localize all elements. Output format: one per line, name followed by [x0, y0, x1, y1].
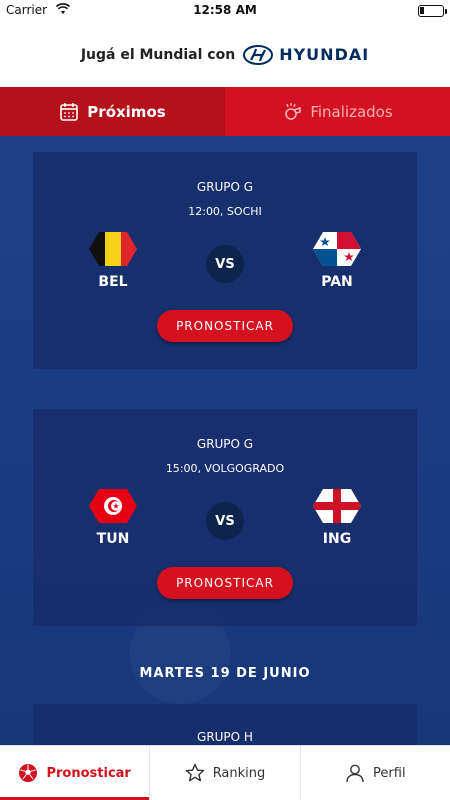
- sponsor-text: Jugá el Mundial con: [80, 46, 236, 63]
- soccer-ball-icon: [19, 764, 38, 782]
- match-tabs: Próximos Finalizados: [0, 87, 450, 136]
- clock: 12:58 AM: [193, 3, 257, 17]
- tab-label: Finalizados: [310, 102, 393, 121]
- tab-proximos[interactable]: Próximos: [0, 87, 225, 136]
- user-icon: [346, 764, 364, 783]
- match-time-venue: 15:00, VOLGOGRADO: [165, 462, 285, 475]
- match-group: GRUPO H: [197, 730, 253, 744]
- vs-badge: VS: [206, 245, 244, 283]
- match-card: GRUPO G 12:00, SOCHI BEL VS PAN PRONOSTI…: [33, 152, 417, 369]
- pronosticar-button[interactable]: PRONOSTICAR: [157, 310, 293, 342]
- team-code: ING: [322, 531, 352, 547]
- match-card: GRUPO H: [33, 704, 417, 745]
- match-card: GRUPO G 15:00, VOLGOGRADO TUN VS ING PRO…: [33, 409, 417, 626]
- match-group: GRUPO G: [196, 437, 254, 451]
- nav-label: Perfil: [373, 765, 406, 781]
- hyundai-logo: HYUNDAI: [243, 44, 370, 65]
- away-team: PAN: [307, 232, 367, 290]
- nav-perfil[interactable]: Perfil: [301, 746, 450, 800]
- nav-label: Ranking: [212, 765, 266, 781]
- team-code: TUN: [96, 531, 130, 547]
- sponsor-header: Jugá el Mundial con HYUNDAI: [0, 22, 450, 87]
- pronosticar-button[interactable]: PRONOSTICAR: [157, 567, 293, 599]
- team-code: BEL: [98, 274, 128, 290]
- england-flag-icon: [313, 489, 361, 523]
- match-time-venue: 12:00, SOCHI: [188, 205, 262, 218]
- nav-label: Pronosticar: [46, 765, 131, 781]
- tab-label: Próximos: [87, 102, 166, 121]
- panama-flag-icon: [313, 232, 361, 266]
- whistle-icon: [285, 102, 302, 120]
- belgium-flag-icon: [89, 232, 137, 266]
- tunisia-flag-icon: [89, 489, 137, 523]
- calendar-icon: [60, 102, 79, 121]
- star-icon: [185, 763, 204, 782]
- home-team: TUN: [83, 489, 143, 547]
- vs-badge: VS: [206, 502, 244, 540]
- nav-pronosticar[interactable]: Pronosticar: [0, 746, 151, 800]
- brand-wordmark: HYUNDAI: [279, 45, 370, 64]
- bottom-nav: Pronosticar Ranking Perfil: [0, 745, 450, 800]
- team-code: PAN: [321, 274, 353, 290]
- away-team: ING: [307, 489, 367, 547]
- nav-ranking[interactable]: Ranking: [150, 746, 301, 800]
- battery-icon: [418, 5, 447, 17]
- match-group: GRUPO G: [196, 180, 254, 194]
- matches-list[interactable]: GRUPO G 12:00, SOCHI BEL VS PAN PRONOSTI…: [0, 136, 450, 745]
- tab-finalizados[interactable]: Finalizados: [225, 87, 450, 136]
- status-bar: Carrier 12:58 AM: [0, 0, 450, 22]
- day-heading: MARTES 19 DE JUNIO: [139, 666, 311, 681]
- home-team: BEL: [83, 232, 143, 290]
- hyundai-emblem-icon: [243, 44, 274, 65]
